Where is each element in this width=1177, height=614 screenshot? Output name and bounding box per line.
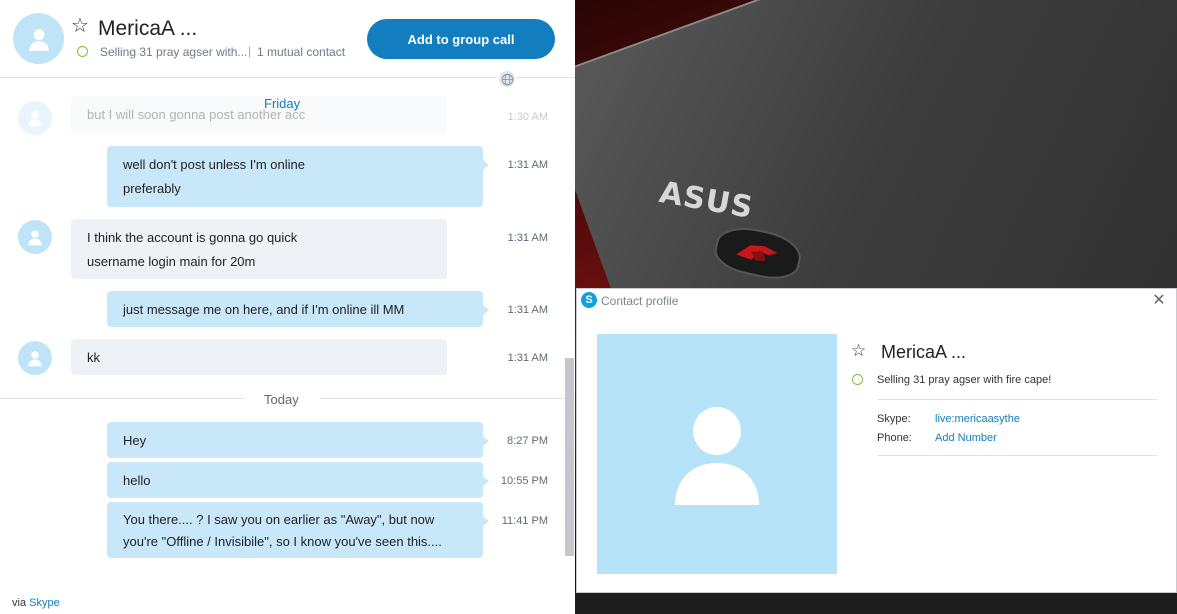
via-prefix: via <box>12 597 27 609</box>
favorite-star-icon[interactable]: ☆ <box>851 342 866 359</box>
skype-field-label: Skype: <box>877 413 911 425</box>
phone-field-label: Phone: <box>877 432 912 444</box>
message-text: well don't post unless I'm online <box>123 157 306 172</box>
person-icon <box>28 230 42 246</box>
day-divider-friday: Friday <box>264 96 301 111</box>
window-titlebar[interactable]: S Contact profile ✕ <box>577 289 1176 313</box>
message-timestamp: 1:30 AM <box>507 111 548 123</box>
message-bubble-outgoing[interactable]: hello <box>107 462 489 498</box>
wallpaper-bottom <box>575 593 1177 614</box>
contact-name[interactable]: MericaA ... <box>98 17 197 41</box>
message-text: preferably <box>123 181 181 196</box>
globe-icon[interactable] <box>497 69 517 89</box>
message-bubble-incoming[interactable]: but I will soon gonna post another acc <box>71 96 447 134</box>
profile-divider <box>877 455 1157 456</box>
add-number-link[interactable]: Add Number <box>935 432 997 444</box>
message-text: username login main for 20m <box>87 254 256 269</box>
chat-pane: ☆ MericaA ... Selling 31 pray agser with… <box>0 0 575 614</box>
message-bubble-outgoing[interactable]: Hey <box>107 422 489 458</box>
message-bubble-outgoing[interactable]: You there.... ? I saw you on earlier as … <box>107 502 489 558</box>
message-timestamp: 11:41 PM <box>501 515 548 527</box>
message-timestamp: 10:55 PM <box>500 475 548 487</box>
skype-link[interactable]: Skype <box>29 597 60 609</box>
day-divider-today: Today <box>264 392 299 407</box>
message-timestamp: 1:31 AM <box>507 232 548 244</box>
favorite-star-icon[interactable]: ☆ <box>71 16 89 36</box>
via-skype-attribution: via Skype <box>12 597 60 609</box>
message-text: hello <box>123 473 151 488</box>
message-avatar[interactable] <box>18 341 52 375</box>
message-bubble-incoming[interactable]: I think the account is gonna go quick us… <box>71 219 447 279</box>
message-bubble-outgoing[interactable]: well don't post unless I'm online prefer… <box>107 146 489 207</box>
online-status-icon <box>852 374 863 385</box>
message-timestamp: 1:31 AM <box>507 352 548 364</box>
close-icon[interactable]: ✕ <box>1150 292 1168 310</box>
online-status-icon <box>77 46 88 57</box>
message-text: but I will soon gonna post another acc <box>87 107 306 122</box>
day-divider-line <box>320 398 565 399</box>
person-icon <box>28 28 49 51</box>
message-text: You there.... ? I saw you on earlier as … <box>123 512 435 527</box>
mutual-contacts-link[interactable]: 1 mutual contact <box>257 45 345 59</box>
chat-header: ☆ MericaA ... Selling 31 pray agser with… <box>0 0 575 78</box>
message-timestamp: 1:31 AM <box>507 159 548 171</box>
day-divider-line <box>0 398 245 399</box>
message-avatar[interactable] <box>18 220 52 254</box>
profile-divider <box>877 399 1157 400</box>
contact-profile-window: S Contact profile ✕ ☆ MericaA ... Sellin… <box>576 288 1177 593</box>
profile-photo[interactable] <box>597 334 837 574</box>
message-text: kk <box>87 350 100 365</box>
message-avatar <box>18 101 52 135</box>
window-title: Contact profile <box>601 294 679 308</box>
message-timestamp: 1:31 AM <box>507 304 548 316</box>
person-icon <box>675 407 759 505</box>
contact-mood: Selling 31 pray agser with... <box>100 45 248 59</box>
chat-scrollbar[interactable] <box>565 358 574 556</box>
skype-id-link[interactable]: live:mericaasythe <box>935 413 1020 425</box>
profile-mood: Selling 31 pray agser with fire cape! <box>877 374 1052 386</box>
message-text: Hey <box>123 433 147 448</box>
message-text: I think the account is gonna go quick <box>87 230 298 245</box>
message-text: you're "Offline / Invisibile", so I know… <box>123 534 442 549</box>
message-bubble-outgoing[interactable]: just message me on here, and if I'm onli… <box>107 291 489 327</box>
skype-icon: S <box>581 292 597 308</box>
message-timestamp: 8:27 PM <box>507 435 548 447</box>
message-bubble-incoming[interactable]: kk <box>71 339 447 375</box>
add-to-group-call-button[interactable]: Add to group call <box>367 19 555 59</box>
person-icon <box>28 111 42 127</box>
contact-avatar[interactable] <box>13 13 64 64</box>
header-separator: | <box>248 44 252 58</box>
person-icon <box>28 351 42 367</box>
profile-name: MericaA ... <box>881 342 967 362</box>
message-text: just message me on here, and if I'm onli… <box>123 302 405 317</box>
